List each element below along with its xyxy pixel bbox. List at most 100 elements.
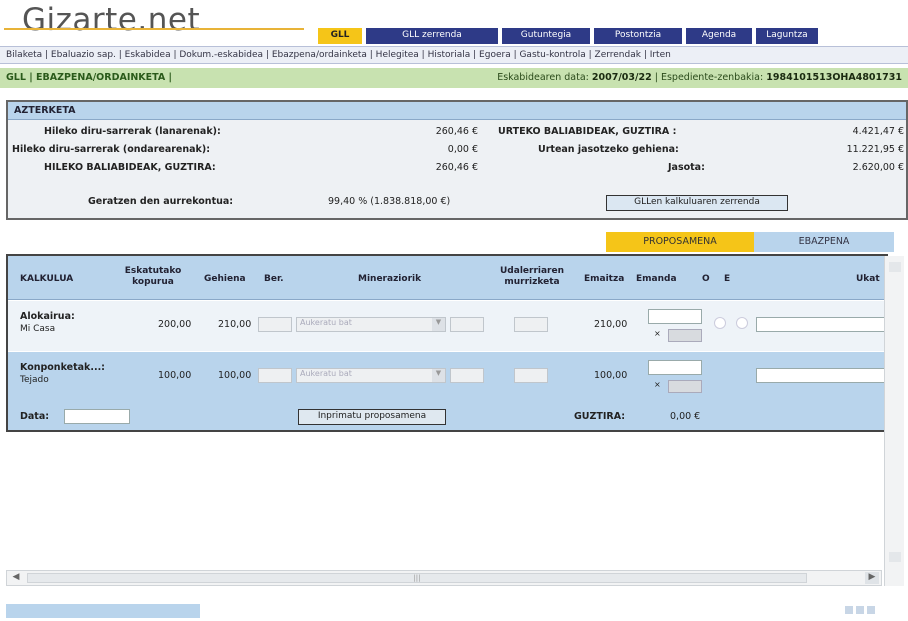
- scroll-left-icon[interactable]: ◀: [9, 572, 23, 584]
- row-title: Alokairua:: [20, 311, 75, 322]
- col-ukat: Ukat: [856, 274, 880, 284]
- azterketa-title: AZTERKETA: [8, 102, 906, 120]
- row-eskatutako: 200,00: [158, 319, 192, 330]
- status-icon: [845, 606, 853, 614]
- az-right-value-1: 4.421,47 €: [852, 126, 904, 137]
- status-bar: [6, 604, 200, 618]
- row-emaitza: 100,00: [594, 370, 628, 381]
- record-header-bar: GLL | EBAZPENA/ORDAINKETA | Eskabidearen…: [0, 68, 908, 88]
- emanda-input[interactable]: [648, 309, 702, 324]
- az-right-label-2: Urtean jasotzeko gehiena:: [538, 144, 679, 155]
- tab-ebazpena[interactable]: EBAZPENA: [754, 232, 894, 252]
- udalerria-input[interactable]: [514, 368, 548, 383]
- ukat-input[interactable]: [756, 368, 886, 383]
- tab-gll[interactable]: GLL: [318, 28, 362, 44]
- site-logo[interactable]: Gizarte.net: [22, 2, 200, 38]
- ber-input[interactable]: [258, 317, 292, 332]
- logo-underline: [4, 28, 304, 30]
- col-eskatutako: Eskatutako kopurua: [124, 266, 182, 287]
- ukat-input[interactable]: [756, 317, 886, 332]
- status-icon: [867, 606, 875, 614]
- col-emanda: Emanda: [636, 274, 677, 284]
- az-value-1: 260,46 €: [435, 126, 478, 137]
- data-label: Data:: [20, 411, 50, 422]
- total-value: 0,00 €: [670, 411, 701, 422]
- budget-label: Geratzen den aurrekontua:: [88, 196, 234, 207]
- kalkulua-table: KALKULUA Eskatutako kopurua Gehiena Ber.…: [6, 254, 888, 432]
- code-value: 1984101513OHA4801731: [766, 72, 902, 83]
- az-label-2: Hileko diru-sarrerak (ondarearenak):: [12, 144, 210, 155]
- date-value: 2007/03/22: [591, 72, 652, 83]
- data-input[interactable]: [64, 409, 130, 424]
- az-right-value-2: 11.221,95 €: [846, 144, 904, 155]
- az-right-label-1: URTEKO BALIABIDEAK, GUZTIRA :: [498, 126, 677, 137]
- az-label-3: HILEKO BALIABIDEAK, GUZTIRA:: [44, 162, 216, 173]
- code-label: | Espediente-zenbakia:: [654, 72, 764, 83]
- minerazio-select[interactable]: Aukeratu bat ▼: [296, 317, 446, 332]
- scroll-down-button[interactable]: [889, 552, 901, 562]
- state-tabs: PROPOSAMENA EBAZPENA: [606, 232, 894, 252]
- radio-e[interactable]: [736, 317, 748, 329]
- udalerria-input[interactable]: [514, 317, 548, 332]
- minerazio-select-value: Aukeratu bat: [300, 369, 352, 378]
- tab-gutuntegia[interactable]: Gutuntegia: [502, 28, 590, 44]
- table-footer: Data: Inprimatu proposamena GUZTIRA: 0,0…: [8, 402, 886, 430]
- az-value-3: 260,46 €: [435, 162, 478, 173]
- budget-value: 99,40 % (1.838.818,00 €): [328, 196, 451, 207]
- col-udalerria: Udalerriaren murrizketa: [500, 266, 564, 287]
- table-row: Konponketak...: Tejado 100,00 100,00 Auk…: [8, 352, 886, 402]
- col-ber: Ber.: [264, 274, 284, 284]
- ber-input[interactable]: [258, 368, 292, 383]
- table-row: Alokairua: Mi Casa 200,00 210,00 Aukerat…: [8, 301, 886, 351]
- sub-navigation[interactable]: Bilaketa | Ebaluazio sap. | Eskabidea | …: [0, 46, 908, 64]
- scroll-right-icon[interactable]: ▶: [865, 572, 879, 584]
- calculation-list-button[interactable]: GLLen kalkuluaren zerrenda: [606, 195, 788, 211]
- scroll-up-button[interactable]: [889, 262, 901, 272]
- emanda-input[interactable]: [648, 360, 702, 375]
- table-header: KALKULUA Eskatutako kopurua Gehiena Ber.…: [8, 256, 886, 300]
- tab-postontzia[interactable]: Postontzia: [594, 28, 682, 44]
- multiply-icon: ×: [654, 329, 661, 338]
- az-right-value-3: 2.620,00 €: [852, 162, 904, 173]
- az-label-1: Hileko diru-sarrerak (lanarenak):: [44, 126, 221, 137]
- vertical-scrollbar[interactable]: [884, 256, 904, 586]
- section-breadcrumb: GLL | EBAZPENA/ORDAINKETA |: [6, 72, 173, 83]
- main-tabs: GLL GLL zerrenda Gutuntegia Postontzia A…: [318, 28, 818, 44]
- record-meta: Eskabidearen data: 2007/03/22 | Espedien…: [497, 72, 902, 83]
- row-subtitle: Tejado: [20, 375, 49, 385]
- row-title: Konponketak...:: [20, 362, 105, 373]
- minerazio-number-input[interactable]: [450, 368, 484, 383]
- scrollbar-thumb[interactable]: |||: [27, 573, 807, 583]
- status-icon: [856, 606, 864, 614]
- row-emaitza: 210,00: [594, 319, 628, 330]
- tab-gll-zerrenda[interactable]: GLL zerrenda: [366, 28, 498, 44]
- radio-o[interactable]: [714, 317, 726, 329]
- emanda-calc-button[interactable]: [668, 329, 702, 342]
- total-label: GUZTIRA:: [574, 411, 626, 422]
- azterketa-panel: AZTERKETA Hileko diru-sarrerak (lanarena…: [6, 100, 908, 220]
- tab-agenda[interactable]: Agenda: [686, 28, 752, 44]
- chevron-down-icon: ▼: [432, 318, 445, 331]
- row-eskatutako: 100,00: [158, 370, 192, 381]
- tab-laguntza[interactable]: Laguntza: [756, 28, 818, 44]
- status-icons: [842, 606, 902, 618]
- az-right-label-3: Jasota:: [668, 162, 705, 173]
- tab-proposamena[interactable]: PROPOSAMENA: [606, 232, 754, 252]
- az-value-2: 0,00 €: [447, 144, 478, 155]
- row-subtitle: Mi Casa: [20, 324, 56, 334]
- chevron-down-icon: ▼: [432, 369, 445, 382]
- col-kalkulua: KALKULUA: [20, 274, 74, 284]
- emanda-calc-button[interactable]: [668, 380, 702, 393]
- col-mineraziorik: Mineraziorik: [358, 274, 422, 284]
- row-gehiena: 210,00: [218, 319, 252, 330]
- minerazio-number-input[interactable]: [450, 317, 484, 332]
- minerazio-select[interactable]: Aukeratu bat ▼: [296, 368, 446, 383]
- print-proposal-button[interactable]: Inprimatu proposamena: [298, 409, 446, 425]
- row-gehiena: 100,00: [218, 370, 252, 381]
- minerazio-select-value: Aukeratu bat: [300, 318, 352, 327]
- col-gehiena: Gehiena: [204, 274, 246, 284]
- col-o: O: [702, 274, 710, 284]
- col-e: E: [724, 274, 731, 284]
- horizontal-scrollbar[interactable]: ◀ ||| ▶: [6, 570, 882, 586]
- multiply-icon: ×: [654, 380, 661, 389]
